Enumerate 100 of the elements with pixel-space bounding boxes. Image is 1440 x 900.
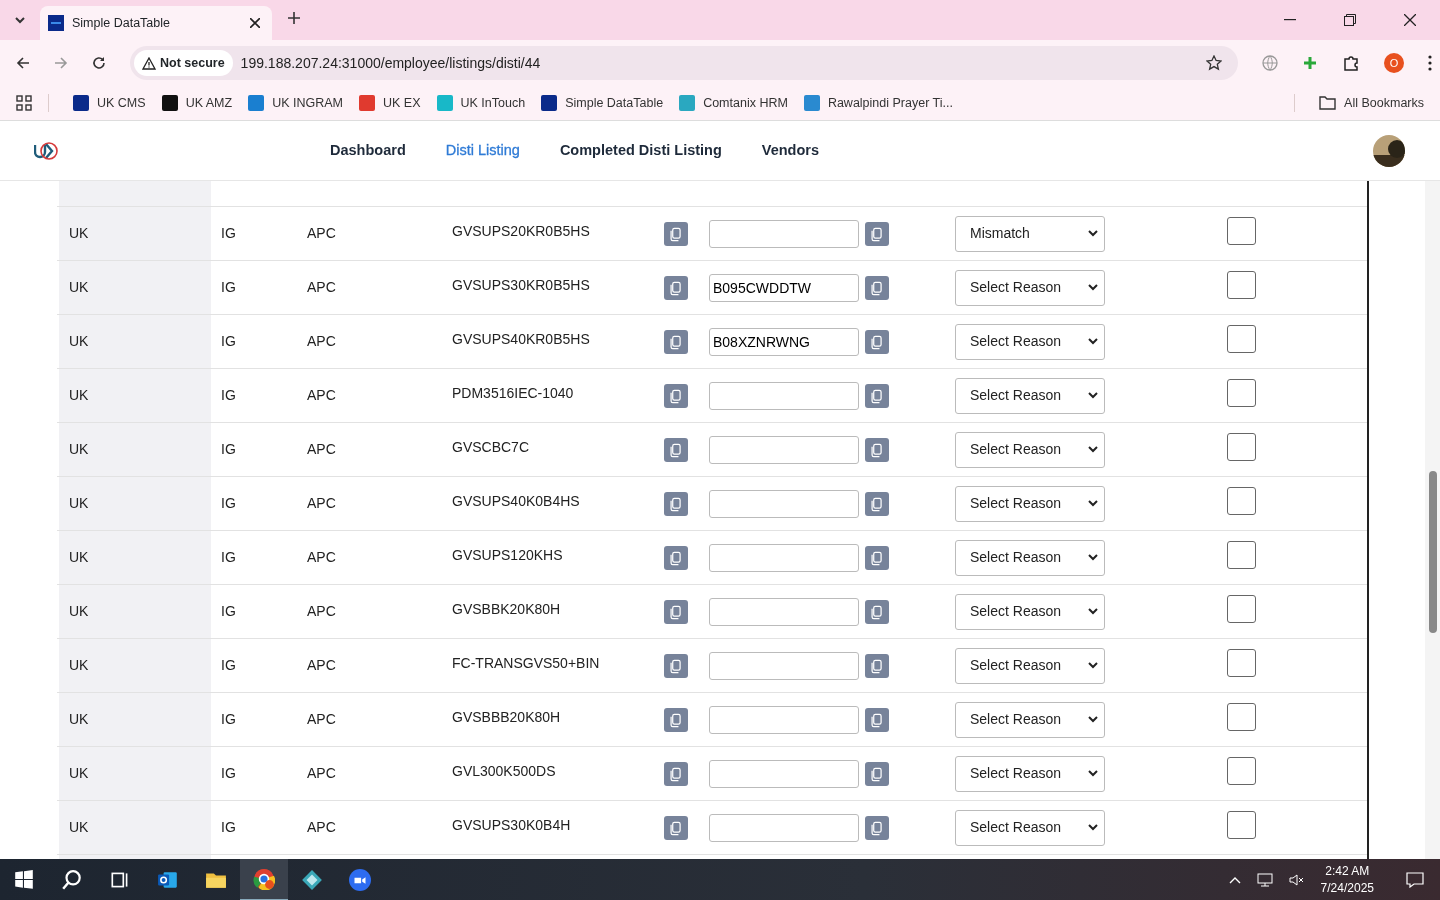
copy-button[interactable] [865,383,889,408]
browser-tab[interactable]: Simple DataTable [40,6,272,40]
apps-icon[interactable] [16,95,32,111]
copy-button[interactable] [664,761,688,786]
copy-button[interactable] [664,545,688,570]
reason-select[interactable]: Select Reason [955,431,1105,468]
asin-field[interactable] [709,597,859,626]
copy-button[interactable] [664,275,688,300]
forward-icon[interactable] [54,56,68,70]
reason-select[interactable]: Select Reason [955,269,1105,306]
copy-button[interactable] [664,653,688,678]
asin-field[interactable] [709,651,859,680]
asin-field[interactable] [709,435,859,464]
notifications-icon[interactable] [1406,872,1424,888]
copy-button[interactable] [865,491,889,516]
asin-field[interactable] [709,813,859,842]
copy-button[interactable] [865,815,889,840]
asin-field[interactable] [709,705,859,734]
asin-field[interactable] [709,543,859,572]
reload-icon[interactable] [92,56,106,70]
profile-avatar[interactable]: O [1384,53,1404,73]
reason-select[interactable]: Select Reason [955,593,1105,630]
mail-app-icon[interactable] [157,869,179,891]
extension-plus-icon[interactable] [1302,55,1318,71]
scrollbar[interactable] [1425,181,1440,859]
checkbox[interactable] [1227,487,1256,515]
clock-time[interactable]: 2:42 AM [1320,863,1374,880]
reason-select[interactable]: Select Reason [955,377,1105,414]
copy-button[interactable] [865,221,889,246]
network-icon[interactable] [1256,873,1273,887]
reason-select[interactable]: Mismatch [955,215,1105,252]
bookmark-star-icon[interactable] [1206,55,1222,71]
copy-button[interactable] [865,599,889,624]
bookmark-link[interactable]: UK EX [359,93,421,113]
reason-select[interactable]: Select Reason [955,809,1105,846]
new-tab-icon[interactable] [288,12,300,24]
copy-button[interactable] [865,707,889,732]
extensions-icon[interactable] [1342,54,1360,72]
copy-button[interactable] [865,653,889,678]
checkbox[interactable] [1227,217,1256,245]
nav-link[interactable]: Dashboard [322,139,414,162]
copy-button[interactable] [865,761,889,786]
minimize-icon[interactable] [1284,19,1296,21]
copy-button[interactable] [865,275,889,300]
bookmark-link[interactable]: Comtanix HRM [679,93,788,113]
user-avatar[interactable] [1373,134,1405,167]
copy-button[interactable] [865,437,889,462]
asin-field[interactable]: B095CWDDTW [709,273,859,302]
copy-button[interactable] [664,815,688,840]
browser-app-icon[interactable] [253,868,275,890]
video-app-icon[interactable] [349,869,371,891]
restore-icon[interactable] [1344,14,1356,26]
reason-select[interactable]: Select Reason [955,701,1105,738]
bookmark-link[interactable]: UK AMZ [161,93,233,113]
copy-button[interactable] [664,599,688,624]
checkbox[interactable] [1227,595,1256,623]
bookmark-link[interactable]: UK INGRAM [248,93,343,113]
copy-button[interactable] [865,329,889,354]
copy-button[interactable] [664,437,688,462]
copy-button[interactable] [664,221,688,246]
bookmark-link[interactable]: UK CMS [73,93,146,113]
reason-select[interactable]: Select Reason [955,323,1105,360]
muted-speaker-icon[interactable] [1288,873,1305,887]
bookmark-link[interactable]: Rawalpindi Prayer Ti... [803,93,953,113]
copy-button[interactable] [664,491,688,516]
asin-field[interactable] [709,489,859,518]
nav-link[interactable]: Disti Listing [437,139,528,162]
reason-select[interactable]: Select Reason [955,647,1105,684]
checkbox[interactable] [1227,379,1256,407]
asin-field[interactable] [709,219,859,248]
checkbox[interactable] [1227,433,1256,461]
asin-field[interactable] [709,759,859,788]
windows-icon[interactable] [13,869,35,891]
clock-date[interactable]: 7/24/2025 [1320,880,1374,897]
all-bookmarks-link[interactable]: All Bookmarks [1344,93,1424,113]
checkbox[interactable] [1227,757,1256,785]
address-bar[interactable]: Not secure 199.188.207.24:31000/employee/listings/disti/44 [130,46,1238,80]
checkbox[interactable] [1227,541,1256,569]
globe-icon[interactable] [1262,55,1278,71]
bookmark-link[interactable]: Simple DataTable [541,93,664,113]
close-icon[interactable] [1404,14,1416,26]
copy-button[interactable] [664,707,688,732]
diamond-app-icon[interactable] [301,869,323,891]
chevron-up-icon[interactable] [1228,876,1241,884]
reason-select[interactable]: Select Reason [955,539,1105,576]
menu-icon[interactable] [1428,55,1432,71]
nav-link[interactable]: Completed Disti Listing [551,139,730,162]
checkbox[interactable] [1227,325,1256,353]
reason-select[interactable]: Select Reason [955,755,1105,792]
back-icon[interactable] [16,56,30,70]
bookmark-link[interactable]: UK InTouch [436,93,526,113]
copy-button[interactable] [865,545,889,570]
close-tab-icon[interactable] [250,18,260,28]
checkbox[interactable] [1227,649,1256,677]
nav-link[interactable]: Vendors [753,139,828,162]
copy-button[interactable] [664,329,688,354]
checkbox[interactable] [1227,811,1256,839]
search-icon[interactable] [61,869,83,891]
checkbox[interactable] [1227,703,1256,731]
tab-list-icon[interactable] [14,16,26,24]
